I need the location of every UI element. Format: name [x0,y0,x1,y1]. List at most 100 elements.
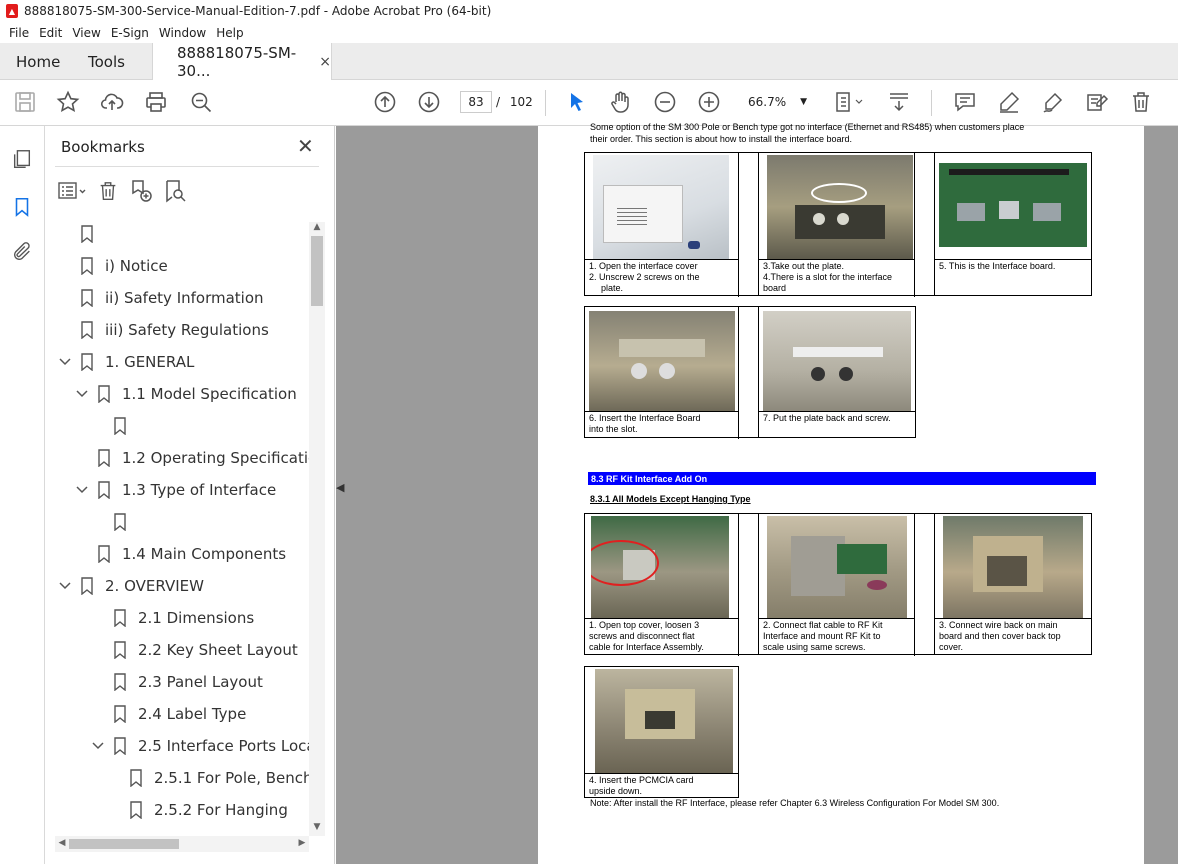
attachments-paperclip-icon[interactable] [9,239,35,265]
scroll-up-icon[interactable]: ▲ [309,222,325,236]
page-number-input[interactable]: 83 [460,91,492,113]
bookmark-item[interactable]: 1.1 Model Specification [74,378,297,410]
delete-bookmark-icon[interactable] [97,180,119,202]
caption: board [763,283,787,293]
bookmark-item[interactable]: 1.3 Type of Interface [74,474,276,506]
section-header: 8.3 RF Kit Interface Add On [588,472,1096,485]
bookmark-item[interactable]: 2.5.2 For Hanging [106,794,288,826]
bookmark-item[interactable]: 1. GENERAL [57,346,194,378]
zoom-search-icon[interactable] [188,89,214,115]
tab-tools[interactable]: Tools [88,43,125,80]
bookmarks-vertical-scrollbar[interactable]: ▲ ▼ [309,222,325,836]
hand-tool-icon[interactable] [607,89,633,115]
delete-icon[interactable] [1128,89,1154,115]
zoom-in-icon[interactable] [696,89,722,115]
find-bookmark-icon[interactable] [163,179,187,203]
scroll-right-icon[interactable]: ▶ [295,838,309,848]
upload-cloud-icon[interactable] [99,89,125,115]
options-menu-icon[interactable] [57,180,87,202]
chevron-down-icon[interactable] [74,486,90,494]
subsection-header: 8.3.1 All Models Except Hanging Type [590,494,751,504]
select-cursor-icon[interactable] [564,89,590,115]
bookmark-icon [130,801,142,819]
bookmark-item[interactable] [57,218,105,250]
page-down-icon[interactable] [416,89,442,115]
scroll-down-icon[interactable]: ▼ [309,822,325,836]
new-bookmark-icon[interactable] [129,179,153,203]
caption: 1. Open the interface cover [589,261,698,271]
sign-icon[interactable] [1040,89,1066,115]
menu-view[interactable]: View [67,26,105,40]
menu-edit[interactable]: Edit [34,26,67,40]
highlight-pen-icon[interactable] [996,89,1022,115]
bookmark-label: 2.5.1 For Pole, Bench, Ele [154,769,311,787]
table-cell: 1. Open top cover, loosen 3 screws and d… [584,513,759,656]
bookmark-panel-icon[interactable] [9,194,35,220]
pcmcia-card-photo [595,669,733,773]
bookmark-item[interactable]: i) Notice [57,250,168,282]
bookmark-item[interactable] [90,506,138,538]
title-bar: ▲ 888818075-SM-300-Service-Manual-Editio… [0,0,1178,22]
page-separator: / [496,95,501,109]
menu-file[interactable]: File [4,26,34,40]
caption: into the slot. [589,424,638,434]
chevron-down-icon[interactable] [57,582,73,590]
bookmark-item[interactable]: 2.3 Panel Layout [90,666,263,698]
save-icon[interactable] [12,89,38,115]
menu-esign[interactable]: E-Sign [106,26,154,40]
chevron-down-icon: ▼ [800,97,808,107]
bookmark-item[interactable]: 1.2 Operating Specification [74,442,311,474]
bookmark-label: 1.2 Operating Specification [122,449,311,467]
close-icon[interactable]: ✕ [297,134,314,158]
zoom-select[interactable]: 66.7% ▼ [742,91,808,113]
chevron-down-icon[interactable] [90,742,106,750]
bookmark-icon [114,673,126,691]
scrollbar-thumb[interactable] [69,839,179,849]
menu-bar: File Edit View E-Sign Window Help [0,22,1178,43]
page-thumbnails-icon[interactable] [9,146,35,172]
menu-window[interactable]: Window [154,26,211,40]
chevron-down-icon[interactable] [57,358,73,366]
toolbar-divider [931,90,932,116]
comment-icon[interactable] [952,89,978,115]
bookmark-item[interactable] [90,410,138,442]
page-up-icon[interactable] [372,89,398,115]
bookmark-item[interactable]: 2.5.1 For Pole, Bench, Ele [106,762,311,794]
bookmark-icon [98,545,110,563]
bookmark-label: 1. GENERAL [105,353,195,371]
tab-home[interactable]: Home [16,43,60,80]
star-icon[interactable] [55,89,81,115]
chevron-down-icon[interactable] [74,390,90,398]
caption: 7. Put the plate back and screw. [763,413,891,423]
bookmark-item[interactable]: iii) Safety Regulations [57,314,269,346]
caption: 4. Insert the PCMCIA card [589,775,694,785]
bookmark-item[interactable]: 2.4 Label Type [90,698,246,730]
bookmark-label: 1.3 Type of Interface [122,481,277,499]
bookmark-label: 1.4 Main Components [122,545,287,563]
table-cell: 4. Insert the PCMCIA card upside down. [584,666,739,798]
scroll-left-icon[interactable]: ◀ [55,838,69,848]
zoom-out-icon[interactable] [652,89,678,115]
scrollbar-thumb[interactable] [311,236,323,306]
tab-document[interactable]: 888818075-SM-30... × [152,43,332,81]
bookmark-item[interactable]: 3. SET UP [57,826,177,831]
bookmark-item[interactable]: 1.4 Main Components [74,538,286,570]
collapse-panel-icon[interactable]: ◀ [336,481,348,494]
bookmark-item[interactable]: 2.1 Dimensions [90,602,254,634]
bookmarks-horizontal-scrollbar[interactable]: ◀ ▶ [55,836,309,852]
edit-pdf-icon[interactable] [1084,89,1110,115]
print-icon[interactable] [143,89,169,115]
cover-back-photo [943,516,1083,618]
tab-close-icon[interactable]: × [319,54,331,70]
bookmark-item[interactable]: ii) Safety Information [57,282,264,314]
scroll-mode-icon[interactable] [886,89,912,115]
bookmark-item[interactable]: 2.2 Key Sheet Layout [90,634,298,666]
bookmark-label: 2.3 Panel Layout [138,673,263,691]
document-viewer[interactable]: ◀ Some option of the SM 300 Pole or Benc… [336,122,1178,864]
bookmark-item[interactable]: 2.5 Interface Ports Location [90,730,311,762]
fit-page-icon[interactable] [832,89,866,115]
bookmark-icon [81,577,93,595]
left-navigation-rail [0,126,45,864]
bookmark-item[interactable]: 2. OVERVIEW [57,570,204,602]
menu-help[interactable]: Help [211,26,248,40]
